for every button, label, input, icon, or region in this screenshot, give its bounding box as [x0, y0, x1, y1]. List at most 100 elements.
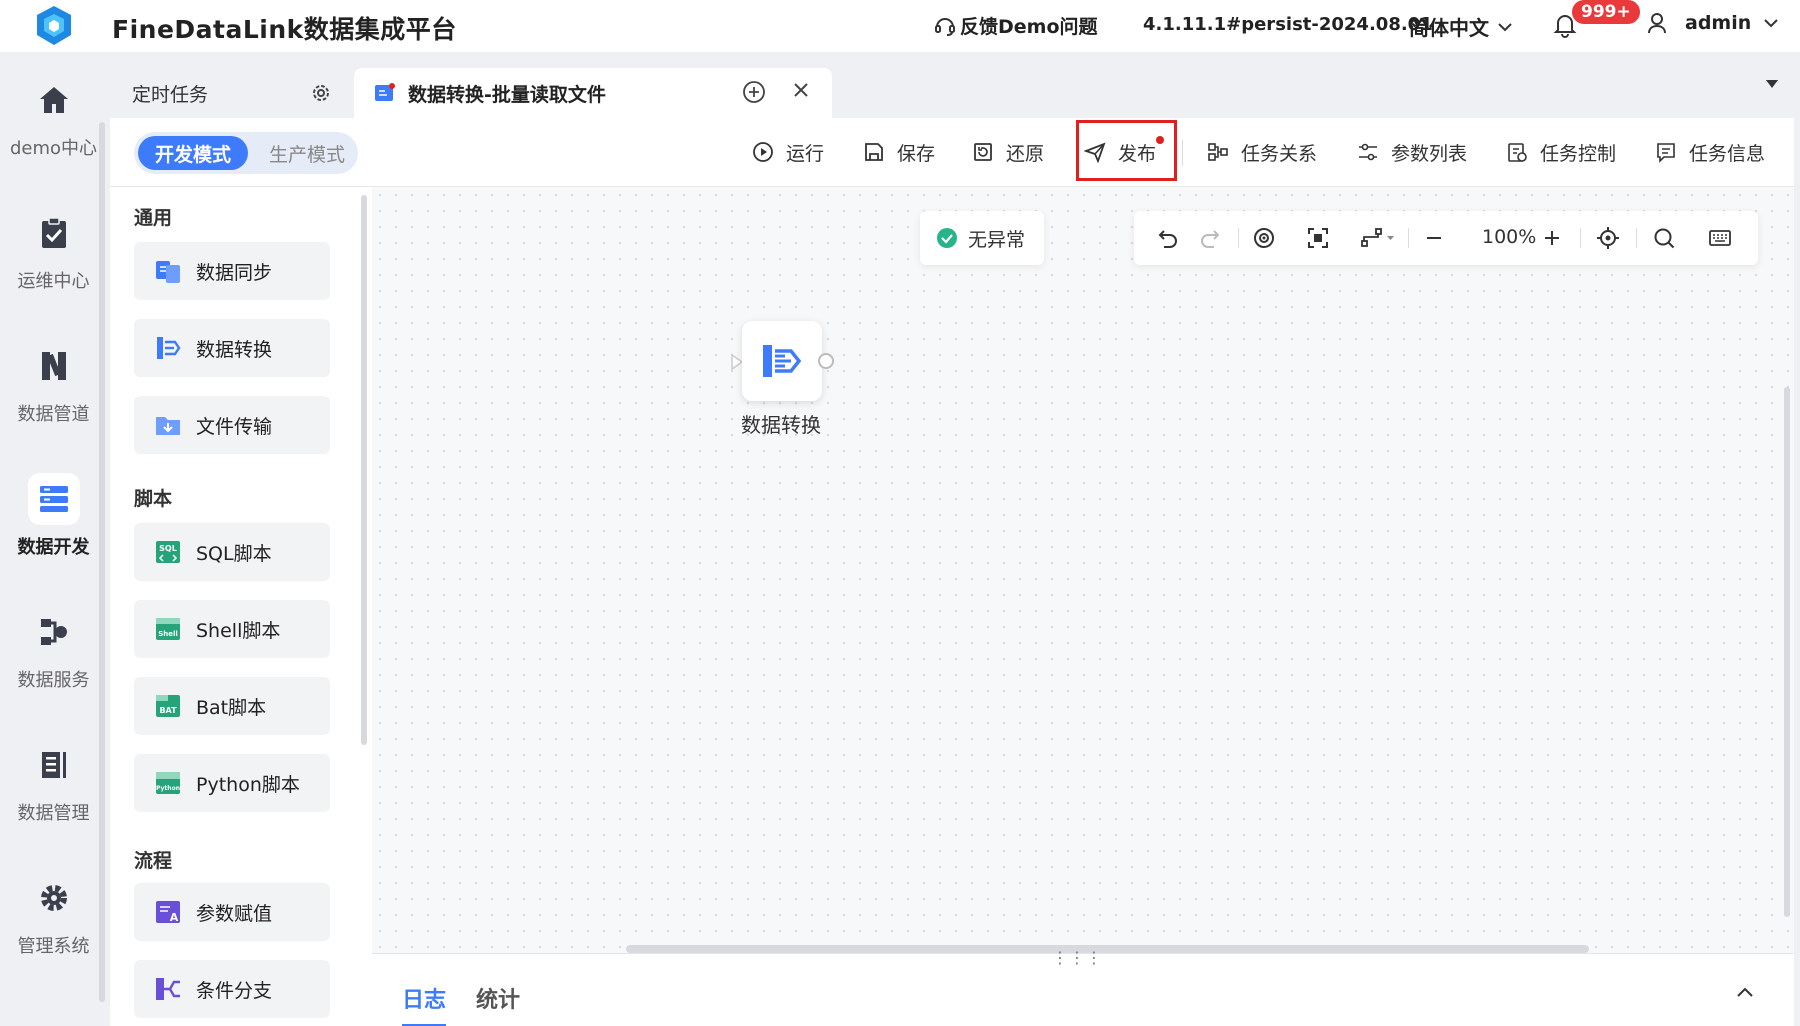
restore-button[interactable]: 还原 — [972, 134, 1044, 170]
fit-view-icon[interactable] — [1306, 226, 1330, 250]
nav-label: 数据服务 — [17, 670, 90, 691]
python-script-icon: Python — [154, 769, 182, 797]
component-label: 条件分支 — [196, 979, 273, 1002]
undo-icon[interactable] — [1156, 226, 1180, 250]
tab-menu-caret-icon[interactable] — [1766, 80, 1778, 88]
mode-toggle[interactable]: 开发模式 生产模式 — [134, 132, 358, 174]
toolbar-divider — [1636, 228, 1637, 248]
locate-icon[interactable] — [1596, 226, 1620, 250]
component-panel-scrollbar[interactable] — [361, 195, 367, 745]
folder-transfer-icon — [154, 411, 182, 439]
save-button[interactable]: 保存 — [863, 134, 935, 170]
search-icon[interactable] — [1652, 226, 1676, 250]
svg-text:Python: Python — [156, 785, 180, 792]
svg-text:A: A — [170, 911, 179, 924]
component-file-transfer[interactable]: 文件传输 — [134, 396, 330, 454]
language-select[interactable]: 简体中文 — [1409, 12, 1513, 41]
task-relations-button[interactable]: 任务关系 — [1207, 134, 1317, 170]
nav-item-ops-center[interactable]: 运维中心 — [0, 207, 107, 293]
nav-label: demo中心 — [9, 138, 98, 159]
param-list-button[interactable]: 参数列表 — [1357, 134, 1467, 170]
clipboard-check-icon — [28, 207, 80, 259]
nav-label: 数据开发 — [17, 537, 90, 558]
component-bat-script[interactable]: BAT Bat脚本 — [134, 677, 330, 735]
settings-gear-icon[interactable] — [310, 82, 332, 104]
task-info-icon — [1657, 143, 1675, 163]
publish-red-dot — [1156, 136, 1164, 144]
language-label: 简体中文 — [1409, 16, 1489, 40]
eye-icon[interactable] — [1252, 226, 1276, 250]
task-relations-label: 任务关系 — [1241, 142, 1318, 165]
status-chip: 无异常 — [920, 211, 1044, 265]
relation-icon — [1208, 143, 1228, 161]
tab-statistics[interactable]: 统计 — [476, 982, 520, 1014]
nav-item-data-service[interactable]: 数据服务 — [0, 606, 107, 692]
task-control-icon — [1508, 143, 1527, 162]
toolbar-divider — [1408, 228, 1409, 248]
add-tab-icon[interactable] — [742, 80, 766, 104]
redo-icon[interactable] — [1198, 226, 1222, 250]
headset-icon — [935, 17, 955, 36]
left-navigation: demo中心 运维中心 数据管道 数据开发 数据服务 数据管理 管理系统 — [0, 52, 107, 1026]
publish-highlight-box — [1076, 120, 1177, 181]
nav-item-data-management[interactable]: 数据管理 — [0, 739, 107, 825]
app-title: FineDataLink数据集成平台 — [112, 15, 457, 44]
component-data-transform[interactable]: 数据转换 — [134, 319, 330, 377]
tab-label: 数据转换-批量读取文件 — [408, 83, 606, 106]
resize-handle-icon[interactable]: ⋮⋮⋮ — [1052, 948, 1103, 967]
param-assign-icon: A — [154, 898, 182, 926]
user-menu[interactable]: admin — [1647, 12, 1779, 34]
close-icon[interactable] — [792, 81, 810, 99]
nav-item-data-pipeline[interactable]: 数据管道 — [0, 340, 107, 426]
toolbar-divider — [1182, 140, 1183, 166]
prod-mode-button[interactable]: 生产模式 — [262, 136, 352, 170]
nav-label: 运维中心 — [17, 271, 90, 292]
app-logo-icon[interactable] — [34, 4, 74, 48]
component-label: Bat脚本 — [196, 696, 267, 719]
chevron-up-icon[interactable] — [1736, 986, 1754, 998]
component-data-sync[interactable]: 数据同步 — [134, 242, 330, 300]
data-service-icon — [28, 606, 80, 658]
keyboard-icon[interactable] — [1708, 226, 1732, 250]
component-label: 文件传输 — [196, 415, 273, 438]
task-info-button[interactable]: 任务信息 — [1655, 134, 1765, 170]
nav-item-data-development[interactable]: 数据开发 — [0, 473, 107, 559]
restore-label: 还原 — [1006, 142, 1045, 165]
left-nav-scrollbar[interactable] — [99, 122, 105, 1002]
zoom-in-icon[interactable] — [1540, 226, 1564, 250]
component-sql-script[interactable]: SQL SQL脚本 — [134, 523, 330, 581]
tab-log[interactable]: 日志 — [402, 982, 446, 1014]
component-label: Shell脚本 — [196, 619, 281, 642]
workflow-canvas[interactable]: 无异常 100% 数据转换 — [372, 187, 1794, 953]
zoom-out-icon[interactable] — [1422, 226, 1446, 250]
task-control-button[interactable]: 任务控制 — [1506, 134, 1616, 170]
feedback-link[interactable]: 反馈Demo问题 — [934, 12, 1098, 39]
bat-script-icon: BAT — [154, 692, 182, 720]
component-python-script[interactable]: Python Python脚本 — [134, 754, 330, 812]
component-label: SQL脚本 — [196, 542, 272, 565]
nav-item-management-system[interactable]: 管理系统 — [0, 872, 107, 958]
gear-icon — [28, 872, 80, 924]
run-button[interactable]: 运行 — [752, 134, 824, 170]
feedback-label: 反馈Demo问题 — [960, 16, 1098, 38]
component-shell-script[interactable]: Shell Shell脚本 — [134, 600, 330, 658]
nav-item-demo-center[interactable]: demo中心 — [0, 74, 107, 160]
sliders-icon — [1359, 143, 1377, 161]
condition-branch-icon — [154, 975, 182, 1003]
play-circle-icon — [753, 142, 773, 162]
workflow-node-data-transform[interactable] — [742, 321, 822, 401]
data-sync-icon — [154, 257, 182, 285]
svg-text:Shell: Shell — [158, 630, 178, 638]
section-title-flow: 流程 — [134, 850, 173, 872]
canvas-vertical-scrollbar[interactable] — [1784, 387, 1790, 917]
component-param-assign[interactable]: A 参数赋值 — [134, 883, 330, 941]
dev-mode-button[interactable]: 开发模式 — [138, 136, 248, 170]
node-output-port[interactable] — [818, 353, 834, 369]
svg-text:BAT: BAT — [159, 706, 177, 715]
component-condition-branch[interactable]: 条件分支 — [134, 960, 330, 1018]
home-icon — [28, 74, 80, 126]
canvas-horizontal-scrollbar[interactable] — [626, 945, 1589, 953]
task-control-label: 任务控制 — [1540, 142, 1617, 165]
tab-scheduled-tasks[interactable]: 定时任务 — [110, 68, 350, 118]
layout-connector-icon[interactable] — [1360, 226, 1396, 250]
